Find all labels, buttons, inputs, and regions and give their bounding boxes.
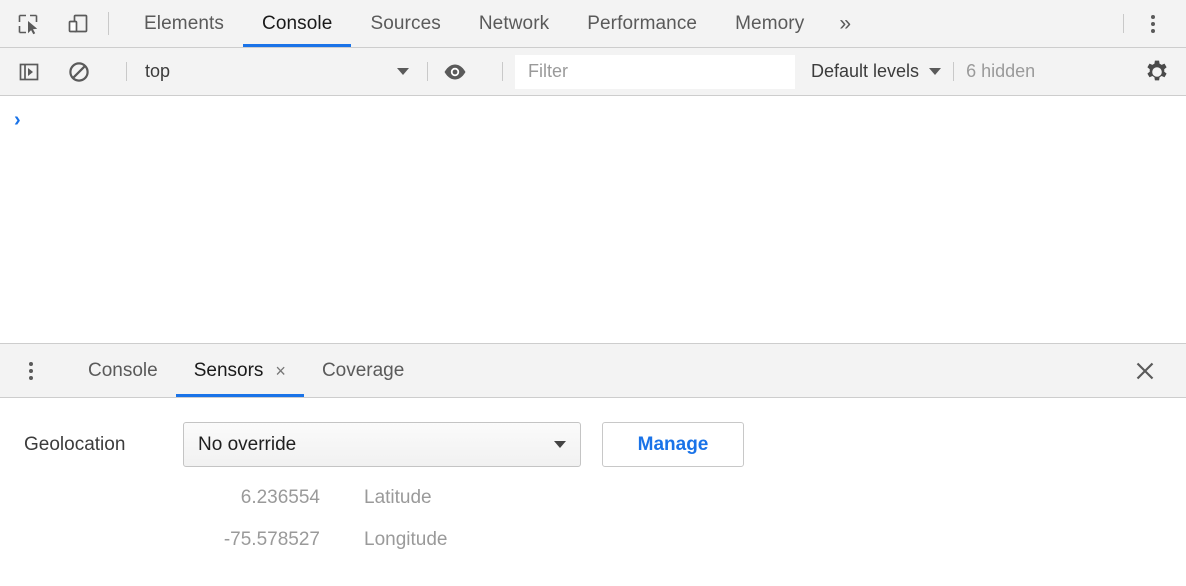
drawer-tab-sensors-close-icon[interactable]: × <box>275 362 286 380</box>
tab-network-label: Network <box>479 13 549 35</box>
tab-elements-label: Elements <box>144 13 224 35</box>
prompt-chevron-icon: › <box>14 110 21 130</box>
manage-button-label: Manage <box>638 434 709 456</box>
devtools-window: Elements Console Sources Network Perform… <box>0 0 1186 586</box>
manage-button[interactable]: Manage <box>602 422 744 467</box>
tab-sources[interactable]: Sources <box>351 0 459 47</box>
sensors-panel: Geolocation No override Manage 6.236554 … <box>0 398 1186 586</box>
main-toolbar-right <box>1111 0 1186 47</box>
more-tabs-button[interactable]: » <box>823 0 867 47</box>
hidden-messages-count: 6 hidden <box>966 61 1035 82</box>
toolbar-divider <box>108 12 109 35</box>
filter-placeholder: Filter <box>528 61 568 82</box>
geolocation-select[interactable]: No override <box>183 422 581 467</box>
eye-icon[interactable] <box>440 57 470 87</box>
console-sidebar-icon[interactable] <box>14 57 44 87</box>
console-toolbar-divider-2 <box>427 62 428 81</box>
log-levels-label: Default levels <box>811 61 919 82</box>
drawer-tabbar: Console Sensors × Coverage <box>0 344 1186 398</box>
log-levels-selector[interactable]: Default levels <box>811 61 941 82</box>
tab-console-label: Console <box>262 13 332 35</box>
main-toolbar: Elements Console Sources Network Perform… <box>0 0 1186 48</box>
drawer-close-icon[interactable] <box>1118 344 1172 397</box>
drawer-tab-sensors-label: Sensors <box>194 360 264 382</box>
tab-elements[interactable]: Elements <box>125 0 243 47</box>
toolbar-icon-group <box>0 0 92 47</box>
console-message-area: › <box>0 96 1186 343</box>
execution-context-selector[interactable]: top <box>139 61 415 82</box>
drawer-tab-coverage[interactable]: Coverage <box>304 344 422 397</box>
console-prompt-row[interactable]: › <box>0 96 1186 136</box>
tab-sources-label: Sources <box>370 13 440 35</box>
drawer-tab-sensors[interactable]: Sensors × <box>176 344 304 397</box>
console-toolbar: top Filter Default levels 6 hidden <box>0 48 1186 96</box>
filter-input[interactable]: Filter <box>515 55 795 89</box>
tab-memory-label: Memory <box>735 13 804 35</box>
tab-memory[interactable]: Memory <box>716 0 823 47</box>
main-tab-list: Elements Console Sources Network Perform… <box>125 0 867 47</box>
longitude-input[interactable]: -75.578527 <box>24 529 342 551</box>
drawer-tab-coverage-label: Coverage <box>322 360 404 382</box>
geolocation-select-value: No override <box>198 434 296 456</box>
clear-console-icon[interactable] <box>64 57 94 87</box>
tab-performance[interactable]: Performance <box>568 0 716 47</box>
chevron-double-right-icon: » <box>839 12 851 36</box>
console-toolbar-divider-1 <box>126 62 127 81</box>
geolocation-row: Geolocation No override Manage <box>0 422 1186 467</box>
latitude-row: 6.236554 Latitude <box>0 487 1186 509</box>
drawer-tab-list: Console Sensors × Coverage <box>70 344 422 397</box>
tab-network[interactable]: Network <box>460 0 568 47</box>
drawer-tab-console[interactable]: Console <box>70 344 176 397</box>
drawer-tab-console-label: Console <box>88 360 158 382</box>
inspect-element-icon[interactable] <box>14 10 42 38</box>
console-toolbar-divider-4 <box>953 62 954 81</box>
drawer-menu-icon[interactable] <box>14 344 48 397</box>
longitude-label: Longitude <box>364 529 447 551</box>
execution-context-label: top <box>145 61 170 82</box>
console-toolbar-divider-3 <box>502 62 503 81</box>
tab-performance-label: Performance <box>587 13 697 35</box>
gear-icon[interactable] <box>1142 57 1172 87</box>
latitude-input[interactable]: 6.236554 <box>24 487 342 509</box>
drawer: Console Sensors × Coverage Geoloc <box>0 343 1186 586</box>
device-toolbar-icon[interactable] <box>64 10 92 38</box>
chevron-down-icon <box>397 68 409 75</box>
latitude-label: Latitude <box>364 487 432 509</box>
tab-console[interactable]: Console <box>243 0 351 47</box>
toolbar-divider-right <box>1123 14 1124 33</box>
chevron-down-icon <box>554 441 566 448</box>
longitude-row: -75.578527 Longitude <box>0 529 1186 551</box>
geolocation-label: Geolocation <box>24 434 183 456</box>
main-menu-icon[interactable] <box>1136 7 1170 41</box>
chevron-down-icon <box>929 68 941 75</box>
